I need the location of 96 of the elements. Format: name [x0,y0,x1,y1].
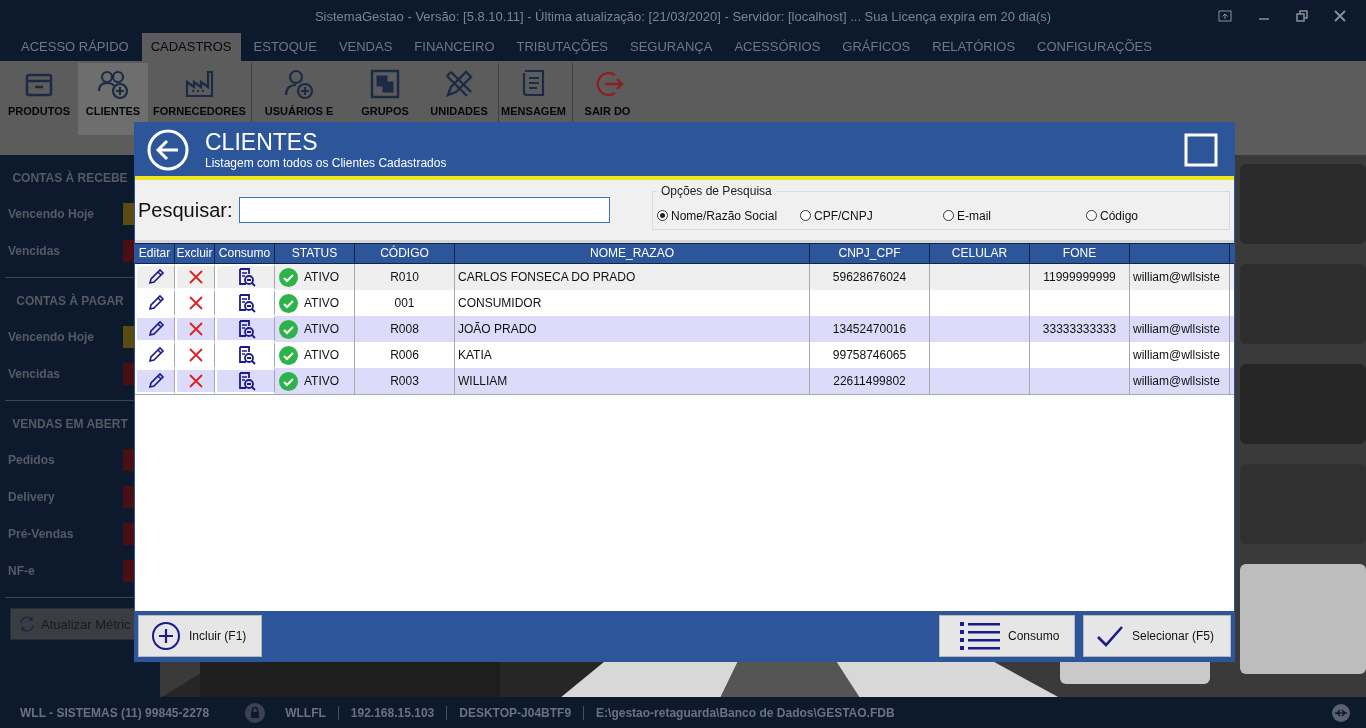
table-cell: WILLIAM [455,368,810,394]
dialog-button[interactable]: Consumo [939,615,1075,657]
search-label: Pesquisar: [138,198,233,222]
search-option[interactable]: Nome/Razão Social [657,208,800,223]
menu-tab[interactable]: ACESSO RÁPIDO [12,33,138,61]
column-header: Editar [135,244,175,263]
table-cell: R003 [355,368,455,394]
status-label: ATIVO [304,374,340,388]
menu-tab[interactable]: RELATÓRIOS [923,33,1025,61]
radio-button[interactable] [657,210,668,221]
ribbon-button[interactable]: CLIENTES [78,63,148,135]
search-option[interactable]: CPF/CNPJ [800,208,943,223]
lock-icon [245,702,266,723]
list-icon [960,621,1000,651]
search-option[interactable]: E-mail [943,208,1086,223]
group-icon [368,67,402,101]
table-row[interactable]: ATIVO R003 WILLIAM 22611499802 william@wllsiste [135,368,1234,395]
check-icon [1096,624,1124,648]
menu-tab[interactable]: FINANCEIRO [405,33,504,61]
ribbon-button[interactable]: PRODUTOS [4,63,74,135]
metric-label: Vencendo Hoje [7,206,96,221]
metric-label: Vencidas [7,366,62,381]
metric-label: Delivery [7,489,56,504]
options-title: Opções de Pesquisa [660,184,773,198]
menu-tab[interactable]: GRÁFICOS [833,33,920,61]
status-label: ATIVO [304,322,340,336]
pencil-icon[interactable] [146,372,165,390]
check-circle-icon [279,319,298,339]
status-text: 192.168.15.103 [337,705,447,720]
status-text: DESKTOP-J04BTF9 [446,705,584,720]
column-header: CNPJ_CPF [810,244,930,263]
delete-icon[interactable] [187,347,204,363]
check-circle-icon [279,345,298,365]
column-header: Consumo [215,244,275,263]
search-field[interactable] [238,197,610,223]
back-icon[interactable] [147,128,189,171]
user-add-icon [282,67,316,101]
delete-icon[interactable] [187,269,204,285]
window-title: SistemaGestao - Versão: [5.8.10.11] - Última atualização: [21/03/2020] - Servidor: [localhost] ... Sua Licença expira em 20 dia(s) [314,9,1052,24]
menu-tab[interactable]: CADASTROS [141,33,241,61]
ribbon-button[interactable]: GRUPOS [350,63,420,135]
menu-tab[interactable]: CONFIGURAÇÕES [1028,33,1161,61]
pin-icon[interactable] [1218,10,1232,22]
column-header: FONE [1030,244,1130,263]
metric-label: NF-e [7,563,36,578]
radio-button[interactable] [800,210,811,221]
table-cell: 22611499802 [810,368,930,394]
maximize-icon[interactable] [1184,132,1218,167]
pencil-icon[interactable] [146,320,165,338]
restore-icon[interactable] [1296,10,1308,22]
dialog-subtitle: Listagem com todos os Clientes Cadastrados [205,156,448,170]
pencil-icon[interactable] [146,294,165,312]
delete-icon[interactable] [187,295,204,311]
metric-label: Pedidos [7,452,56,467]
dialog-button[interactable]: Incluir (F1) [138,615,262,657]
table-row[interactable]: ATIVO R010 CARLOS FONSECA DO PRADO 59628676024 11999999999 william@wllsiste [135,264,1234,290]
status-label: ATIVO [304,296,340,310]
refresh-icon [19,616,35,632]
column-header: NOME_RAZAO [455,244,810,263]
column-header: STATUS [275,244,355,263]
column-header: CELULAR [930,244,1030,263]
menu-tab[interactable]: SEGURANÇA [621,33,722,61]
delete-icon[interactable] [187,321,204,337]
menu-tab[interactable]: ACESSÓRIOS [725,33,830,61]
check-circle-icon [279,267,298,287]
metric-label: Vencidas [7,243,62,258]
status-label: ATIVO [304,270,340,284]
status-text: WLLFL [284,705,327,720]
menu-tab[interactable]: TRIBUTAÇÕES [507,33,618,61]
radio-button[interactable] [943,210,954,221]
status-label: ATIVO [304,348,340,362]
search-option[interactable]: Código [1086,208,1229,223]
check-circle-icon [279,293,298,313]
section-heading: CONTAS À RECEBE [11,169,129,187]
close-icon[interactable] [1334,10,1346,22]
metric-label: Pré-Vendas [7,526,75,541]
radio-button[interactable] [1086,210,1097,221]
metric-label: Vencendo Hoje [7,329,96,344]
menu-tab[interactable]: VENDAS [329,33,402,61]
column-header: Excluir [175,244,215,263]
delete-icon[interactable] [187,373,204,389]
check-circle-icon [279,371,298,391]
table-row[interactable]: ATIVO R008 JOÃO PRADO 13452470016 33333333333 william@wllsiste [135,316,1234,342]
ribbon-button[interactable]: UNIDADES [424,63,494,135]
section-heading: VENDAS EM ABERT [11,416,129,433]
table-cell: william@wllsiste [1130,368,1230,394]
connection-icon[interactable] [1331,702,1351,723]
column-header: CÓDIGO [355,244,455,263]
pencil-icon[interactable] [146,346,165,364]
status-text: WLL - SISTEMAS (11) 99845-2278 [19,705,211,720]
status-text: E:\gestao-retaguarda\Banco de Dados\GESTAO.FDB [583,705,907,720]
section-heading: CONTAS À PAGAR [15,292,125,310]
pencil-icon[interactable] [146,268,165,286]
menu-tab[interactable]: ESTOQUE [244,33,326,61]
add-icon [151,621,181,651]
dialog-button[interactable]: Selecionar (F5) [1083,615,1231,657]
